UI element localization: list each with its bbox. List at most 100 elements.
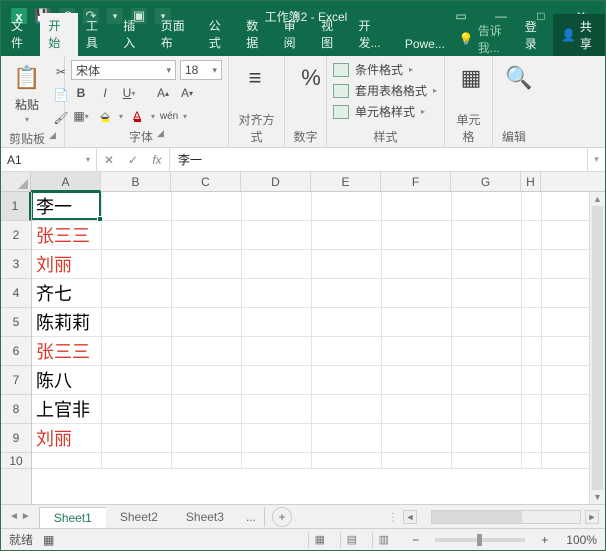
tab-review[interactable]: 审阅 <box>276 13 313 56</box>
tab-developer[interactable]: 开发... <box>350 13 396 56</box>
cell[interactable] <box>102 424 172 452</box>
row-header[interactable]: 3 <box>1 250 31 279</box>
cell[interactable] <box>522 424 542 452</box>
tab-home[interactable]: 开始 <box>40 13 77 56</box>
cell[interactable]: 刘丽 <box>32 250 102 278</box>
cell[interactable] <box>102 279 172 307</box>
column-header[interactable]: B <box>101 172 171 191</box>
phonetic-button[interactable]: wén <box>159 106 179 126</box>
cell[interactable] <box>172 221 242 249</box>
column-header[interactable]: G <box>451 172 521 191</box>
scrollbar-thumb[interactable] <box>432 511 522 523</box>
sheet-tab-1[interactable]: Sheet1 <box>39 507 107 528</box>
cell[interactable] <box>242 395 312 423</box>
cell[interactable] <box>242 250 312 278</box>
scroll-up-icon[interactable]: ▲ <box>590 192 605 206</box>
horizontal-scrollbar[interactable] <box>431 510 581 524</box>
cell[interactable] <box>172 453 242 468</box>
row-header[interactable]: 1 <box>1 192 31 221</box>
scrollbar-thumb[interactable] <box>592 206 603 490</box>
row-header[interactable]: 9 <box>1 424 31 453</box>
cell[interactable] <box>382 453 452 468</box>
font-name-combo[interactable]: 宋体▾ <box>71 60 176 80</box>
fill-handle[interactable] <box>97 216 103 222</box>
launcher-icon[interactable]: ◢ <box>157 128 164 145</box>
zoom-out-button[interactable]: − <box>412 533 419 547</box>
cell[interactable] <box>312 424 382 452</box>
cell[interactable] <box>242 337 312 365</box>
cell[interactable] <box>522 279 542 307</box>
zoom-slider[interactable] <box>435 538 525 542</box>
table-format-button[interactable]: 套用表格格式▸ <box>333 81 437 100</box>
scroll-right-icon[interactable]: ► <box>585 510 599 524</box>
cell[interactable] <box>522 250 542 278</box>
cell[interactable]: 上官非 <box>32 395 102 423</box>
borders-button[interactable]: ▦▾ <box>71 106 91 126</box>
share-button[interactable]: 👤共享 <box>553 14 605 56</box>
cell[interactable] <box>382 250 452 278</box>
italic-button[interactable]: I <box>95 83 115 103</box>
add-sheet-button[interactable]: + <box>272 507 292 527</box>
editing-button[interactable]: 🔍 <box>499 60 539 96</box>
column-header[interactable]: A <box>31 172 101 192</box>
cell[interactable] <box>172 366 242 394</box>
sheet-tab-more[interactable]: ... <box>238 507 265 527</box>
tab-formulas[interactable]: 公式 <box>201 13 238 56</box>
cell[interactable] <box>382 308 452 336</box>
tab-tools[interactable]: 工具 <box>78 13 115 56</box>
tab-data[interactable]: 数据 <box>238 13 275 56</box>
cell[interactable] <box>522 337 542 365</box>
cell[interactable] <box>382 395 452 423</box>
column-header[interactable]: D <box>241 172 311 191</box>
cell[interactable]: 张三三 <box>32 221 102 249</box>
cell[interactable] <box>452 424 522 452</box>
cell[interactable] <box>102 192 172 220</box>
font-size-combo[interactable]: 18▾ <box>180 60 222 80</box>
scroll-left-icon[interactable]: ◄ <box>403 510 417 524</box>
cell[interactable]: 刘丽 <box>32 424 102 452</box>
vertical-scrollbar[interactable]: ▲ ▼ <box>589 192 605 504</box>
cell[interactable] <box>312 395 382 423</box>
tab-power[interactable]: Powe... <box>397 33 453 56</box>
cell[interactable] <box>312 366 382 394</box>
cell[interactable] <box>452 453 522 468</box>
conditional-format-button[interactable]: 条件格式▸ <box>333 60 413 79</box>
cell[interactable] <box>242 192 312 220</box>
page-layout-view-button[interactable]: ▤ <box>340 532 362 548</box>
cell[interactable] <box>522 308 542 336</box>
zoom-level[interactable]: 100% <box>566 533 597 547</box>
formula-input[interactable]: 李一 <box>170 148 587 171</box>
zoom-in-button[interactable]: + <box>541 533 548 547</box>
row-header[interactable]: 7 <box>1 366 31 395</box>
page-break-view-button[interactable]: ▥ <box>372 532 394 548</box>
cells-button[interactable]: ▦ <box>451 60 491 96</box>
cell[interactable] <box>102 337 172 365</box>
chevron-left-icon[interactable]: ◄ <box>9 511 19 522</box>
cell[interactable] <box>172 337 242 365</box>
column-header[interactable]: E <box>311 172 381 191</box>
cell[interactable] <box>242 366 312 394</box>
sheet-tab-3[interactable]: Sheet3 <box>172 507 239 527</box>
launcher-icon[interactable]: ◢ <box>49 130 56 147</box>
select-all-corner[interactable] <box>1 172 31 191</box>
cell[interactable]: 陈莉莉 <box>32 308 102 336</box>
cell[interactable] <box>102 221 172 249</box>
cells-area[interactable]: 李一张三三刘丽齐七陈莉莉张三三陈八上官非刘丽 <box>32 192 605 504</box>
cell[interactable] <box>522 453 542 468</box>
font-color-button[interactable]: A <box>127 106 147 126</box>
cell[interactable] <box>102 366 172 394</box>
paste-button[interactable]: 📋 粘贴 ▾ <box>7 60 47 126</box>
cell[interactable] <box>382 366 452 394</box>
row-header[interactable]: 8 <box>1 395 31 424</box>
cell[interactable] <box>312 337 382 365</box>
cell[interactable] <box>102 308 172 336</box>
cell[interactable] <box>242 453 312 468</box>
alignment-button[interactable]: ≡ <box>235 60 275 96</box>
cell[interactable] <box>172 250 242 278</box>
cell[interactable] <box>102 453 172 468</box>
cell[interactable] <box>172 308 242 336</box>
row-header[interactable]: 6 <box>1 337 31 366</box>
cell[interactable] <box>312 192 382 220</box>
row-header[interactable]: 2 <box>1 221 31 250</box>
fill-color-button[interactable]: ⬙ <box>95 106 115 126</box>
